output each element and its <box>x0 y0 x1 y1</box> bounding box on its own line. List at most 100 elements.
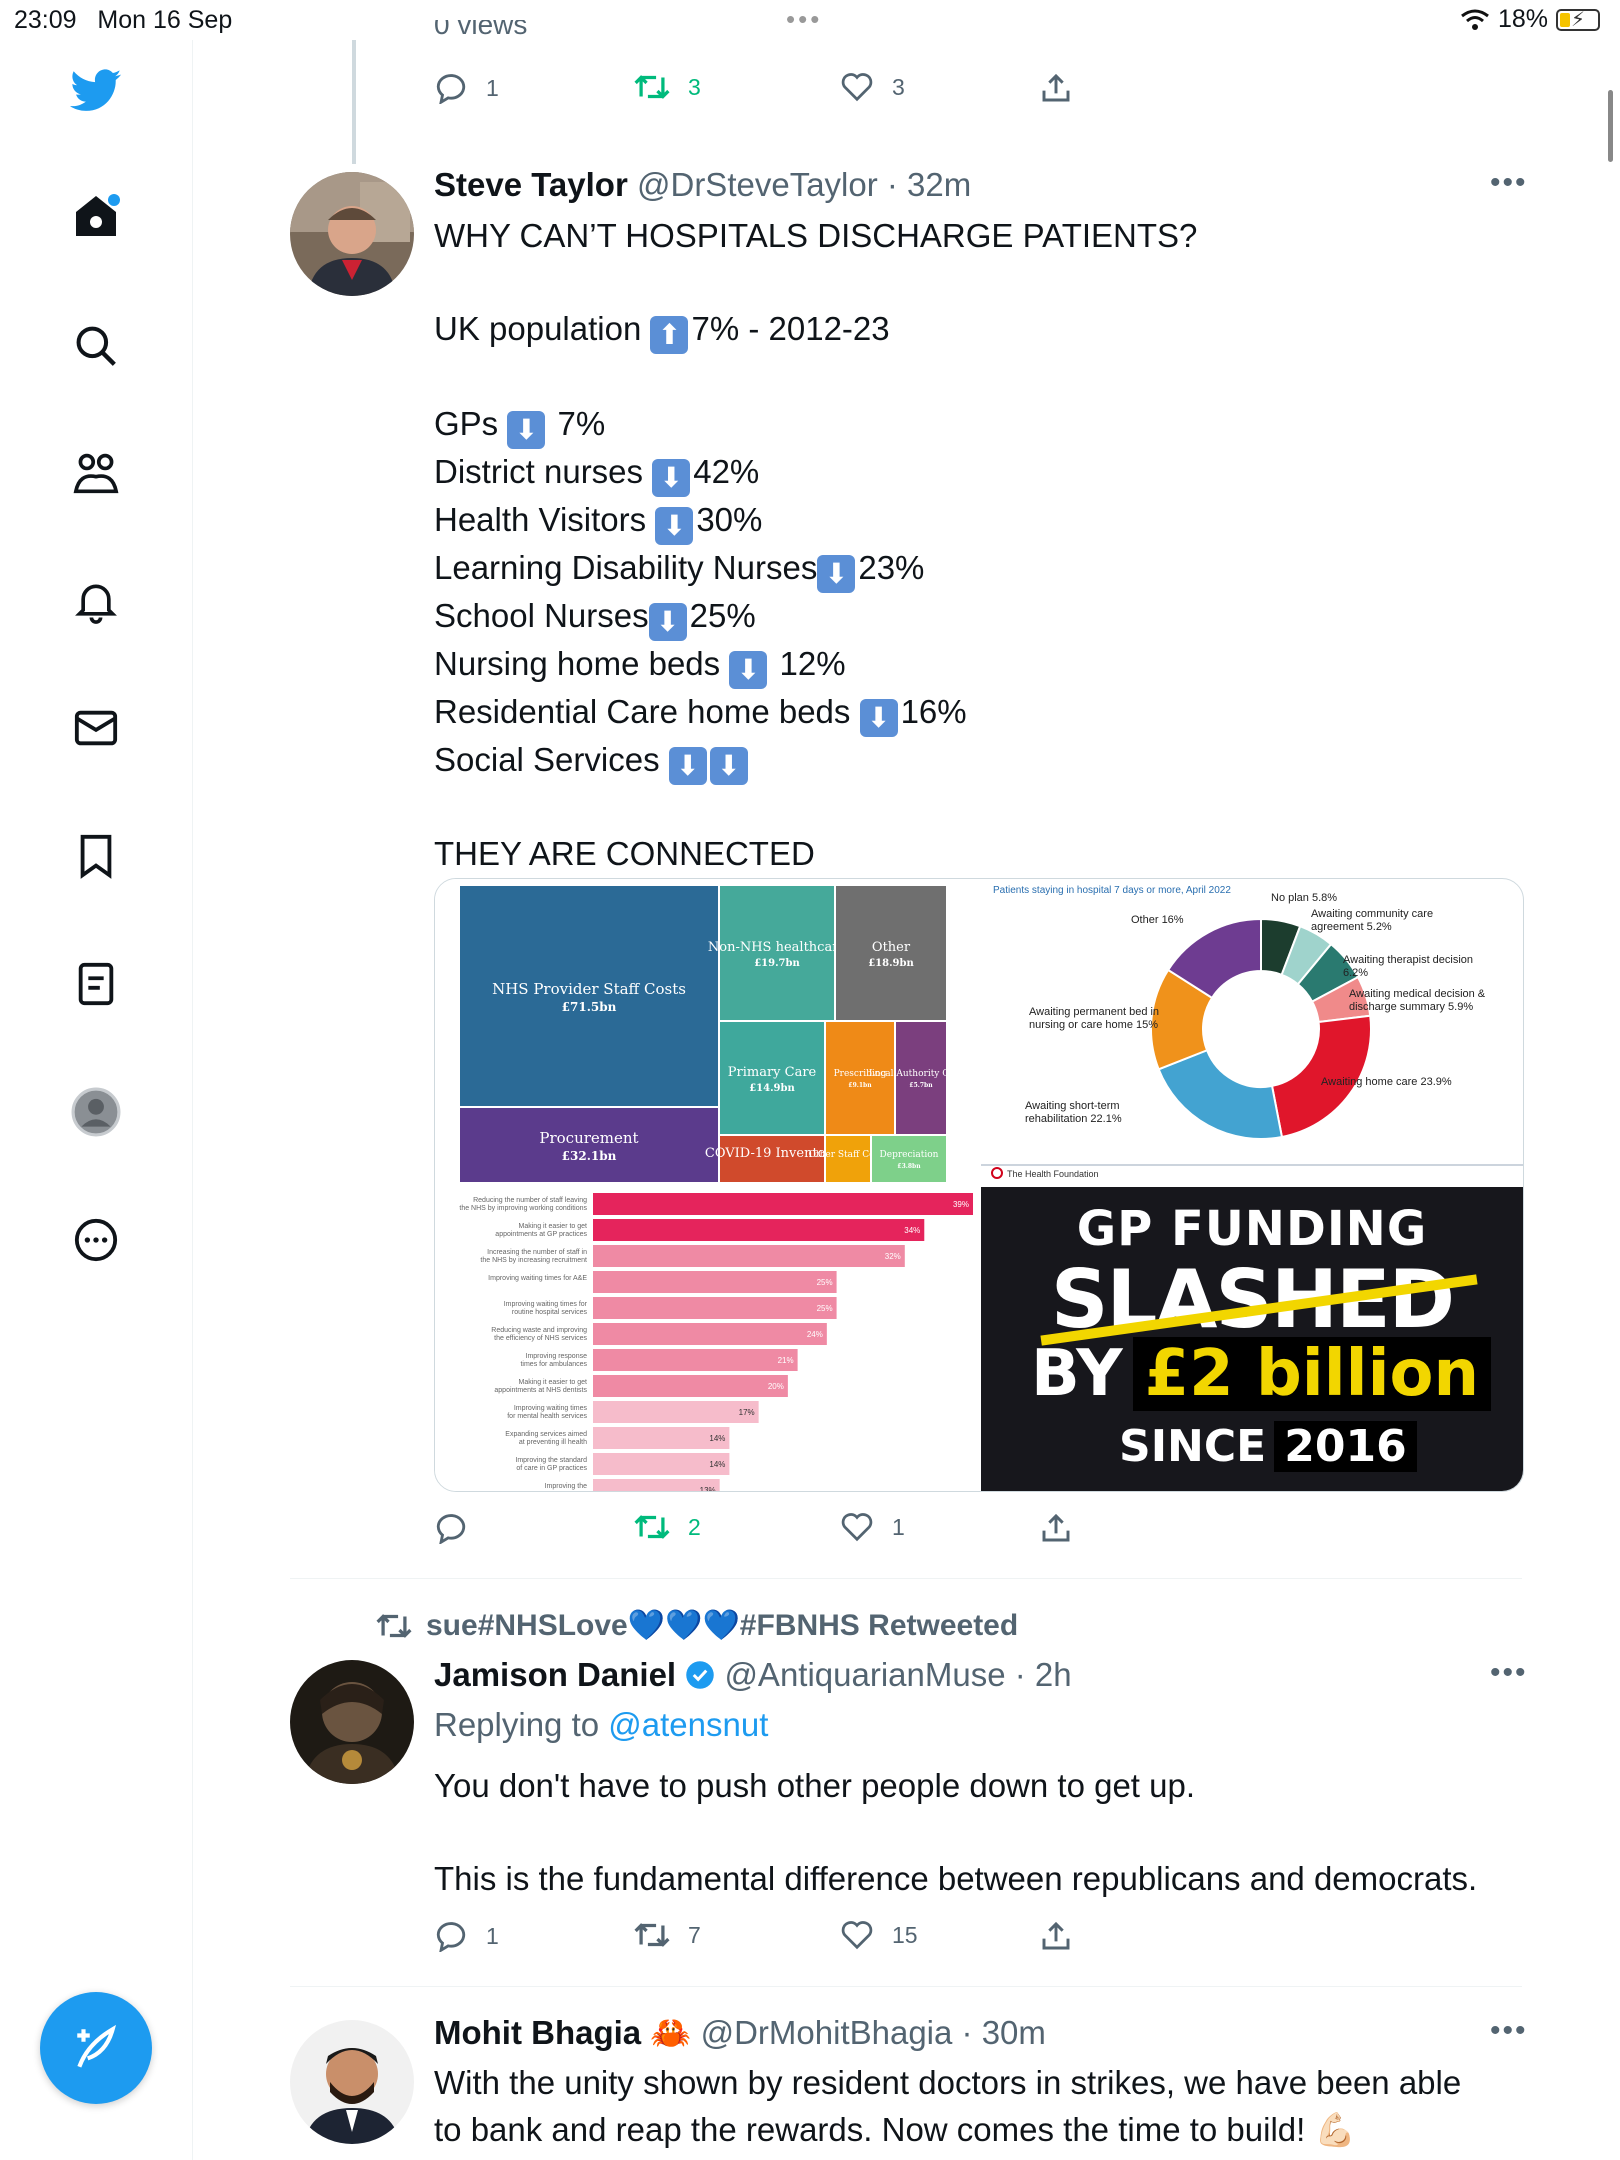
retweet-count: 2 <box>688 1513 701 1540</box>
tweet-line: Learning Disability Nurses ⬇ 23% <box>434 545 1197 593</box>
tweet-line: WHY CAN’T HOSPITALS DISCHARGE PATIENTS? <box>434 217 1198 254</box>
messages-icon[interactable] <box>70 702 122 754</box>
like-count: 3 <box>892 73 905 100</box>
author-handle[interactable]: @DrMohitBhagia <box>701 2014 953 2051</box>
retweet-icon <box>634 1923 670 1947</box>
bar-label: Improving response times for ambulances <box>520 1353 587 1368</box>
lists-icon[interactable] <box>70 958 122 1010</box>
tweet-more-icon[interactable]: ••• <box>1490 2014 1528 2048</box>
down-arrow-icon: ⬇ <box>648 602 687 641</box>
health-foundation-logo-icon <box>991 1167 1003 1179</box>
verified-badge-icon <box>686 1661 715 1689</box>
retweet-button[interactable]: 7 <box>634 1920 701 1950</box>
author-handle[interactable]: @AntiquarianMuse <box>724 1656 1005 1693</box>
share-icon <box>1042 1921 1070 1950</box>
tweet-media-grid[interactable]: NHS Provider Staff Costs £71.5bn Non-NHS h… <box>434 878 1524 1492</box>
twitter-logo-icon[interactable] <box>70 65 122 117</box>
tweet-header: Jamison Daniel @AntiquarianMuse · 2h <box>434 1656 1072 1693</box>
compose-feather-icon <box>77 2024 117 2068</box>
tweet-divider <box>290 1578 1522 1579</box>
bar <box>593 1323 827 1345</box>
multitasking-dots-icon[interactable]: ••• <box>786 4 822 35</box>
tweet-header: Mohit Bhagia 🦀 @DrMohitBhagia · 30m <box>434 2014 1046 2051</box>
bar-label: Improving the standard of care in GP prac… <box>515 1457 587 1472</box>
treemap-value: £32.1bn <box>562 1149 617 1163</box>
tweet-line: UK population ⬆ 7% - 2012-23 <box>434 306 1197 354</box>
like-button[interactable]: 3 <box>840 72 905 102</box>
share-icon <box>1042 1513 1070 1542</box>
compose-tweet-button[interactable] <box>40 1992 152 2104</box>
treemap-value: £5.7bn <box>909 1082 933 1089</box>
heart-icon <box>841 1921 873 1950</box>
tweet-more-icon[interactable]: ••• <box>1490 1656 1528 1690</box>
retweet-button[interactable]: 2 <box>634 1512 701 1542</box>
donut-label: Other 16% <box>1131 914 1184 926</box>
prev-tweet-actions: 1 3 3 <box>434 72 1094 112</box>
bar-value: 14% <box>709 1434 725 1443</box>
tweet-time[interactable]: 2h <box>1035 1656 1072 1693</box>
bookmarks-icon[interactable] <box>70 830 122 882</box>
sidebar <box>0 40 193 2160</box>
bar-value: 25% <box>817 1278 833 1287</box>
tweet-actions: 2 1 <box>434 1512 1094 1552</box>
bar-value: 34% <box>904 1226 920 1235</box>
like-button[interactable]: 15 <box>840 1920 918 1950</box>
more-icon[interactable] <box>70 1214 122 1266</box>
avatar-steve-taylor[interactable] <box>290 172 414 296</box>
media-poster-image[interactable]: GP FUNDING SLASHED BY £2 billion SINCE 2… <box>981 1187 1523 1491</box>
author-name[interactable]: Steve Taylor <box>434 166 628 203</box>
prev-tweet-views: 0 views <box>434 20 528 40</box>
tweet-line: School Nurses ⬇ 25% <box>434 593 1197 641</box>
donut-label: Awaiting short-term rehabilitation 22.1% <box>1025 1100 1122 1125</box>
donut-label: Awaiting home care 23.9% <box>1321 1076 1452 1088</box>
reply-button[interactable] <box>434 1512 486 1544</box>
tweet-actions: 1 7 15 <box>434 1920 1094 1960</box>
reply-button[interactable]: 1 <box>434 72 499 104</box>
author-handle[interactable]: @DrSteveTaylor <box>637 166 878 203</box>
treemap-value: £3.8bn <box>897 1163 921 1170</box>
retweeted-by-row[interactable]: sue#NHSLove💙💙💙#FBNHS Retweeted <box>376 1608 1018 1643</box>
share-button[interactable] <box>1040 72 1072 104</box>
bar <box>593 1219 925 1241</box>
donut-label: Awaiting therapist decision 6.2% <box>1343 954 1473 979</box>
avatar-mohit-bhagia[interactable] <box>290 2020 414 2144</box>
treemap-value: £9.1bn <box>848 1082 872 1089</box>
tweet-text: WHY CAN’T HOSPITALS DISCHARGE PATIENTS? U… <box>434 213 1197 878</box>
treemap-label: Procurement <box>539 1129 638 1147</box>
search-icon[interactable] <box>70 320 122 372</box>
communities-icon[interactable] <box>70 447 122 499</box>
poster-since: SINCE <box>1119 1421 1267 1472</box>
replying-to-link[interactable]: @atensnut <box>608 1706 768 1743</box>
like-button[interactable]: 1 <box>840 1512 905 1542</box>
bar-value: 39% <box>953 1200 969 1209</box>
tweet-time[interactable]: 32m <box>907 166 971 203</box>
tweet-line: District nurses ⬇ 42% <box>434 449 1197 497</box>
reply-icon <box>436 1922 466 1952</box>
retweet-button[interactable]: 3 <box>634 72 701 102</box>
down-arrow-icon: ⬇ <box>729 650 768 689</box>
treemap-label: Local Authority Grants <box>869 1069 974 1079</box>
status-time: 23:09 Mon 16 Sep <box>14 6 233 34</box>
wifi-icon <box>1461 9 1489 30</box>
profile-icon[interactable] <box>70 1086 122 1138</box>
tweet-more-icon[interactable]: ••• <box>1490 166 1528 200</box>
media-treemap-image[interactable]: NHS Provider Staff Costs £71.5bn Non-NHS h… <box>435 879 975 1183</box>
treemap-value: £19.7bn <box>754 958 800 969</box>
heart-icon <box>841 73 873 102</box>
scrollbar[interactable] <box>1608 90 1613 162</box>
retweet-count: 3 <box>688 73 701 100</box>
author-name[interactable]: Mohit Bhagia <box>434 2014 641 2051</box>
home-icon[interactable] <box>70 190 122 242</box>
retweet-icon <box>634 75 670 99</box>
bar-label: Improving waiting times for routine hospi… <box>504 1301 588 1316</box>
tweet-time[interactable]: 30m <box>982 2014 1046 2051</box>
share-button[interactable] <box>1040 1512 1072 1544</box>
down-arrow-icon: ⬇ <box>817 554 856 593</box>
media-donut-chart-image[interactable]: Patients staying in hospital 7 days or m… <box>981 879 1523 1183</box>
avatar-jamison-daniel[interactable] <box>290 1660 414 1784</box>
media-bar-chart-image[interactable]: Reducing the number of staff leaving the … <box>435 1187 975 1491</box>
author-name[interactable]: Jamison Daniel <box>434 1656 676 1693</box>
share-button[interactable] <box>1040 1920 1072 1952</box>
reply-button[interactable]: 1 <box>434 1920 499 1952</box>
notifications-icon[interactable] <box>70 575 122 627</box>
